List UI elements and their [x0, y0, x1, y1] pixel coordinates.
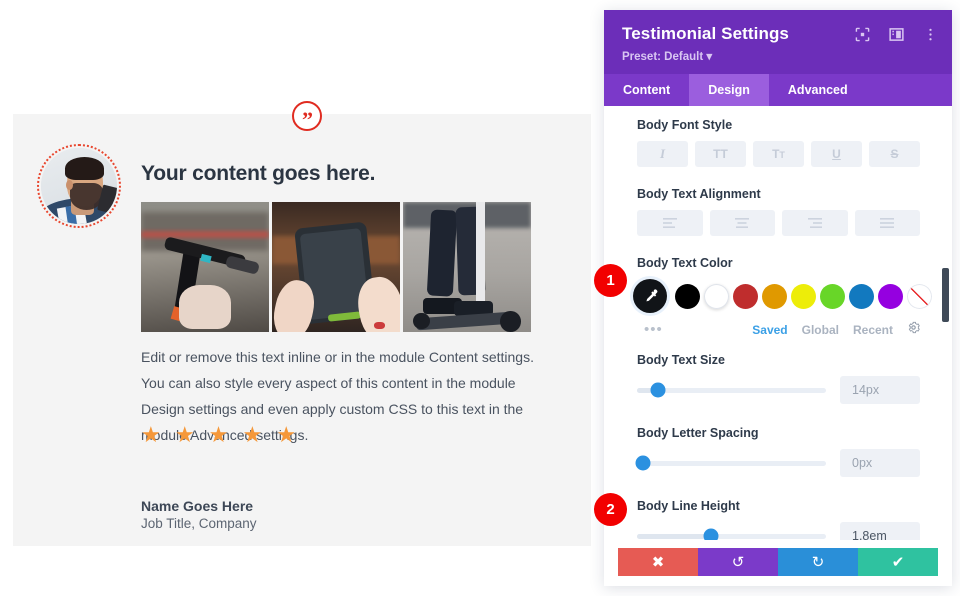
font-style-button-group: I TT TT U S	[637, 141, 920, 167]
testimonial-preview: ” Your content goes here. Edit or remove…	[0, 0, 604, 596]
focus-target-icon[interactable]	[855, 27, 870, 42]
panel-header-icons	[855, 27, 938, 42]
label-body-line-height: Body Line Height	[637, 499, 740, 513]
settings-panel: Testimonial Settings Preset: Default ▾ C…	[604, 10, 952, 586]
label-body-text-size: Body Text Size	[637, 353, 725, 367]
panel-footer: ✖ ↺ ↻ ✔	[604, 540, 952, 586]
swatch-purple[interactable]	[878, 283, 903, 309]
panel-header: Testimonial Settings Preset: Default ▾	[604, 10, 952, 74]
text-size-slider-knob[interactable]	[650, 382, 666, 398]
panel-preset-selector[interactable]: Preset: Default ▾	[622, 49, 934, 63]
small-caps-glyph: TT	[772, 147, 785, 161]
save-button[interactable]: ✔	[858, 548, 938, 576]
swatch-red[interactable]	[733, 283, 758, 309]
close-icon: ✖	[651, 554, 665, 571]
strikethrough-glyph: S	[890, 147, 899, 161]
cancel-button[interactable]: ✖	[618, 548, 698, 576]
uppercase-glyph: TT	[713, 147, 728, 161]
field-body-letter-spacing: Body Letter Spacing 0px	[604, 426, 952, 477]
line-height-slider[interactable]	[637, 528, 826, 540]
link-global[interactable]: Global	[802, 323, 839, 337]
strikethrough-button[interactable]: S	[869, 141, 920, 167]
panel-tabs: Content Design Advanced	[604, 74, 952, 106]
field-body-text-color: Body Text Color ••• Saved Global Recent	[604, 256, 952, 339]
align-left-button[interactable]	[637, 210, 703, 236]
screenshot-root: ” Your content goes here. Edit or remove…	[0, 0, 960, 596]
underline-button[interactable]: U	[811, 141, 862, 167]
text-size-value[interactable]: 14px	[840, 376, 920, 404]
more-colors-button[interactable]: •••	[644, 322, 663, 337]
text-size-slider-row: 14px	[637, 376, 920, 404]
gear-icon[interactable]	[907, 321, 920, 339]
link-saved[interactable]: Saved	[752, 323, 787, 337]
swatch-blue[interactable]	[849, 283, 874, 309]
uppercase-button[interactable]: TT	[695, 141, 746, 167]
testimonial-author-name[interactable]: Name Goes Here	[141, 498, 253, 514]
panel-scrollbar[interactable]	[942, 162, 949, 537]
line-height-slider-row: 1.8em	[637, 522, 920, 540]
testimonial-image-1[interactable]	[141, 202, 269, 332]
check-icon: ✔	[891, 554, 905, 571]
underline-glyph: U	[832, 147, 841, 161]
label-body-text-alignment: Body Text Alignment	[637, 187, 761, 201]
testimonial-image-3[interactable]	[403, 202, 531, 332]
swatch-white[interactable]	[704, 283, 729, 309]
quote-glyph: ”	[302, 106, 313, 132]
field-body-font-style: Body Font Style I TT TT U S	[604, 118, 952, 167]
swatch-yellow[interactable]	[791, 283, 816, 309]
annotation-badge-2: 2	[594, 493, 627, 526]
undo-button[interactable]: ↺	[698, 548, 778, 576]
panel-scroll-body: Body Font Style I TT TT U S Body Text Al…	[604, 106, 952, 540]
quote-mark-icon: ”	[292, 101, 322, 131]
layout-panel-icon[interactable]	[889, 27, 904, 42]
avatar[interactable]	[37, 144, 121, 228]
italic-glyph: I	[659, 146, 666, 161]
letter-spacing-value[interactable]: 0px	[840, 449, 920, 477]
swatch-orange[interactable]	[762, 283, 787, 309]
color-swatch-row	[633, 279, 932, 313]
align-center-button[interactable]	[709, 210, 775, 236]
label-body-font-style: Body Font Style	[637, 118, 733, 132]
italic-button[interactable]: I	[637, 141, 688, 167]
field-body-text-alignment: Body Text Alignment	[604, 187, 952, 236]
swatch-transparent[interactable]	[907, 283, 932, 309]
testimonial-image-2[interactable]	[272, 202, 400, 332]
line-height-value[interactable]: 1.8em	[840, 522, 920, 540]
label-body-letter-spacing: Body Letter Spacing	[637, 426, 759, 440]
kebab-menu-icon[interactable]	[923, 27, 938, 42]
tab-content[interactable]: Content	[604, 74, 689, 106]
swatch-black[interactable]	[675, 283, 700, 309]
tab-advanced[interactable]: Advanced	[769, 74, 867, 106]
letter-spacing-slider[interactable]	[635, 455, 826, 471]
swatch-green[interactable]	[820, 283, 845, 309]
text-size-slider[interactable]	[637, 382, 826, 398]
align-justify-button[interactable]	[854, 210, 920, 236]
link-recent[interactable]: Recent	[853, 323, 893, 337]
line-height-slider-knob[interactable]	[703, 528, 719, 540]
avatar-image	[41, 148, 117, 224]
testimonial-title[interactable]: Your content goes here.	[141, 162, 375, 186]
small-caps-button[interactable]: TT	[753, 141, 804, 167]
testimonial-image-row	[141, 202, 531, 332]
color-source-links: Saved Global Recent	[752, 321, 920, 339]
panel-scrollbar-thumb[interactable]	[942, 268, 949, 322]
testimonial-author-job[interactable]: Job Title, Company	[141, 516, 257, 531]
redo-icon: ↻	[811, 554, 825, 571]
color-meta-row: ••• Saved Global Recent	[637, 321, 920, 339]
annotation-badge-1: 1	[594, 264, 627, 297]
letter-spacing-slider-knob[interactable]	[635, 455, 651, 471]
letter-spacing-slider-row: 0px	[635, 449, 920, 477]
eyedropper-icon[interactable]	[633, 279, 667, 313]
align-right-button[interactable]	[782, 210, 848, 236]
field-body-line-height: Body Line Height 1.8em	[604, 499, 952, 540]
star-rating: ★ ★ ★ ★ ★	[141, 422, 301, 447]
undo-icon: ↺	[731, 554, 745, 571]
tab-design[interactable]: Design	[689, 74, 769, 106]
field-body-text-size: Body Text Size 14px	[604, 353, 952, 404]
text-alignment-button-group	[637, 210, 920, 236]
label-body-text-color: Body Text Color	[637, 256, 733, 270]
redo-button[interactable]: ↻	[778, 548, 858, 576]
